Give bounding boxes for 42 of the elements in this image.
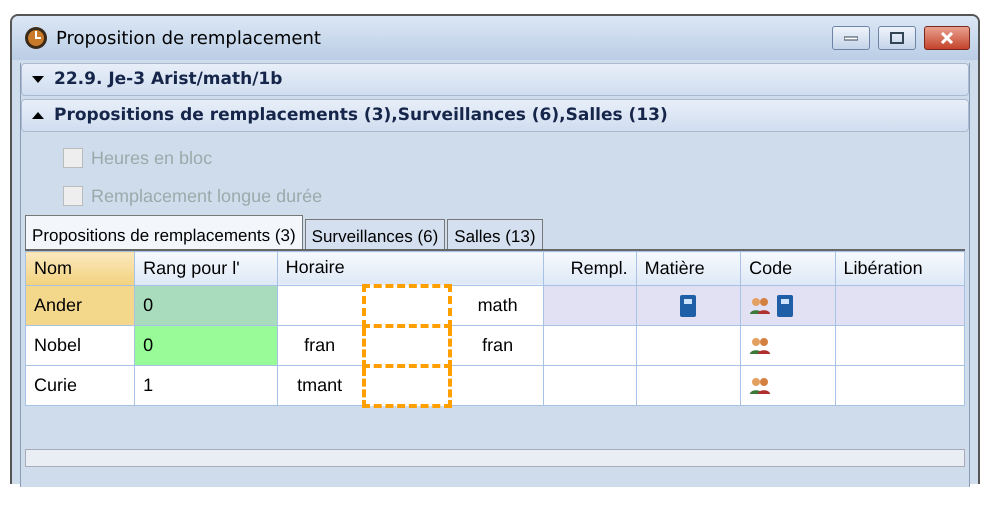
- book-icon: [776, 294, 794, 318]
- close-button[interactable]: [924, 26, 970, 50]
- tab[interactable]: Salles (13): [447, 219, 542, 249]
- clock-icon: [24, 26, 48, 50]
- people-icon: [749, 296, 772, 316]
- column-header[interactable]: Horaire: [277, 252, 544, 286]
- book-icon: [679, 294, 698, 318]
- close-icon: [940, 32, 954, 44]
- collapse-arrow-icon: [32, 112, 44, 119]
- table-cell: math: [450, 286, 544, 326]
- column-header[interactable]: Code: [740, 252, 836, 286]
- column-header[interactable]: Rang pour l': [134, 252, 278, 286]
- table-cell: 1: [134, 366, 278, 406]
- table-cell: Curie: [26, 366, 135, 406]
- horizontal-scrollbar[interactable]: [25, 449, 965, 467]
- people-icon: [749, 376, 772, 396]
- table-cell: 0: [134, 326, 278, 366]
- column-header[interactable]: Libération: [835, 252, 964, 286]
- maximize-icon: [890, 32, 904, 44]
- column-header[interactable]: Matière: [636, 252, 741, 286]
- section-header[interactable]: 22.9. Je-3 Arist/math/1b: [21, 63, 969, 96]
- checkbox-label: Heures en bloc: [91, 146, 212, 170]
- table-cell: Nobel: [26, 326, 135, 366]
- column-header[interactable]: Nom: [26, 252, 135, 286]
- section-title: Propositions de remplacements (3),Surveillances (6),Salles (13): [54, 104, 668, 127]
- table-cell: 0: [134, 286, 278, 326]
- people-icon: [749, 336, 772, 356]
- maximize-button[interactable]: [878, 26, 916, 50]
- section-title: 22.9. Je-3 Arist/math/1b: [54, 68, 282, 91]
- minimize-icon: [844, 35, 858, 41]
- section-header[interactable]: Propositions de remplacements (3),Surveillances (6),Salles (13): [21, 99, 969, 132]
- table-cell: fran: [450, 326, 544, 366]
- tab[interactable]: Surveillances (6): [304, 219, 446, 249]
- table-cell: fran: [277, 326, 364, 366]
- minimize-button[interactable]: [832, 26, 870, 50]
- tab[interactable]: Propositions de remplacements (3): [25, 215, 303, 249]
- table-cell: Ander: [26, 286, 135, 326]
- expand-arrow-icon: [32, 76, 44, 83]
- checkbox-label: Remplacement longue durée: [91, 184, 322, 208]
- table-cell: tmant: [277, 366, 364, 406]
- column-header[interactable]: Rempl.: [544, 252, 636, 286]
- window-title: Proposition de remplacement: [56, 26, 322, 50]
